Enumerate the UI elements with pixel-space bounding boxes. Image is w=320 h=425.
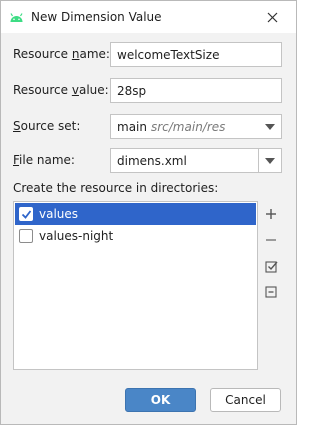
android-icon xyxy=(10,13,23,22)
title-bar: New Dimension Value xyxy=(1,1,296,33)
resource-name-value: welcomeTextSize xyxy=(117,47,220,62)
directories-list[interactable]: values values-night xyxy=(13,201,258,370)
plus-icon xyxy=(266,209,276,219)
chevron-down-icon xyxy=(265,124,275,130)
file-name-combo[interactable]: dimens.xml xyxy=(110,148,282,173)
combo-separator xyxy=(258,149,259,172)
resource-name-label: Resource name: xyxy=(13,47,110,61)
add-directory-button[interactable] xyxy=(263,206,279,222)
directories-label: Create the resource in directories: xyxy=(13,181,219,195)
list-item-values-night[interactable]: values-night xyxy=(15,225,256,247)
list-item-label: values xyxy=(39,207,79,221)
close-button[interactable] xyxy=(263,8,281,26)
resource-name-input[interactable]: welcomeTextSize xyxy=(110,42,282,67)
resource-value-input[interactable]: 28sp xyxy=(110,78,282,103)
resource-value-label: Resource value: xyxy=(13,83,109,97)
source-set-label: Source set: xyxy=(13,119,81,133)
list-item-label: values-night xyxy=(39,229,114,243)
file-name-value: dimens.xml xyxy=(117,154,187,168)
remove-directory-button[interactable] xyxy=(263,232,279,248)
checkbox-values-night[interactable] xyxy=(19,229,33,243)
ok-button[interactable]: OK xyxy=(125,388,196,412)
checkmark-icon xyxy=(21,209,31,219)
source-set-value: main xyxy=(117,119,147,134)
chevron-down-icon[interactable] xyxy=(265,158,275,164)
cancel-button[interactable]: Cancel xyxy=(210,388,281,412)
file-name-label: File name: xyxy=(13,153,75,167)
close-icon xyxy=(267,12,277,22)
dialog: New Dimension Value Resource name: welco… xyxy=(0,0,297,425)
select-all-button[interactable] xyxy=(263,258,279,274)
source-set-path: src/main/res xyxy=(150,119,226,134)
minus-icon xyxy=(266,239,276,241)
collapse-icon xyxy=(265,286,277,298)
list-item-values[interactable]: values xyxy=(15,203,256,225)
resource-value-value: 28sp xyxy=(117,83,147,98)
checkbox-values[interactable] xyxy=(19,207,33,221)
unselect-all-button[interactable] xyxy=(263,284,279,300)
check-all-icon xyxy=(264,260,278,273)
dialog-title: New Dimension Value xyxy=(31,10,162,24)
source-set-dropdown[interactable]: main src/main/res xyxy=(110,114,282,139)
